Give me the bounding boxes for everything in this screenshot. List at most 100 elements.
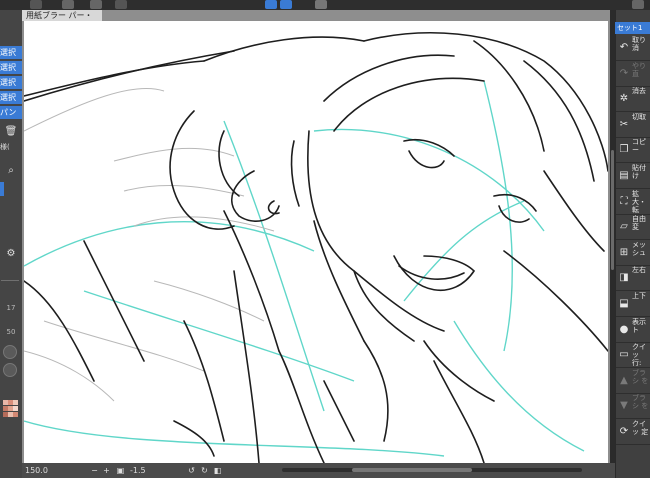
quick-access-label: やり直 xyxy=(632,62,646,78)
scrollbar-thumb[interactable] xyxy=(611,150,614,270)
active-indicator xyxy=(0,182,4,196)
app-menu-icon[interactable] xyxy=(30,0,42,9)
divider xyxy=(616,316,650,317)
left-item-select-4[interactable]: 選択 xyxy=(0,91,22,104)
zoom-icon[interactable]: ⌕ xyxy=(2,165,20,177)
left-item-label: 選択 xyxy=(0,63,16,72)
left-panel: 選択 選択 選択 選択 パン 🗑 様( ⌕ ⚙ 17 50 xyxy=(0,10,22,478)
color-swatch[interactable] xyxy=(13,406,18,411)
quick-access-item[interactable]: ✲ 消去 xyxy=(616,87,650,111)
flip-horizontal-icon: ◨ xyxy=(619,272,629,283)
left-item-label: 選択 xyxy=(0,78,16,87)
rotation-value[interactable]: -1.5 xyxy=(130,463,146,478)
left-item-select-3[interactable]: 選択 xyxy=(0,76,22,89)
document-tab[interactable]: 用紙ブラー パー・ xyxy=(22,10,102,21)
divider xyxy=(616,239,650,240)
quick-access-item[interactable]: ❐ コピー xyxy=(616,138,650,162)
quick-access-label: 拡大・転 xyxy=(632,190,646,214)
cut-icon: ✂ xyxy=(619,119,629,130)
undo-icon: ↶ xyxy=(619,42,629,53)
quick-access-item[interactable]: ● 表示 ト xyxy=(616,318,650,342)
left-item-label: 選択 xyxy=(0,48,16,57)
quick-access-label: 表示 ト xyxy=(632,318,646,334)
rotate-left-icon[interactable]: ↺ xyxy=(187,466,196,475)
quick-access-label: 切取 xyxy=(632,113,646,121)
quick-access-label: 貼付け xyxy=(632,164,646,180)
scrollbar-thumb[interactable] xyxy=(352,468,472,472)
display-icon: ● xyxy=(619,324,629,335)
zoom-value[interactable]: 150.0 xyxy=(25,463,48,478)
divider xyxy=(616,290,650,291)
quick-access-item[interactable]: ✂ 切取 xyxy=(616,113,650,137)
sketch-guides xyxy=(24,80,585,457)
flip-icon[interactable]: ◧ xyxy=(213,466,222,475)
quick-access-item[interactable]: ↷ やり直 xyxy=(616,62,650,86)
quick-access-label: 取り消 xyxy=(632,36,646,52)
quick-access-item[interactable]: ⊞ メッシュ xyxy=(616,241,650,265)
brush-size-dial[interactable] xyxy=(3,363,17,377)
quick-access-item[interactable]: ↶ 取り消 xyxy=(616,36,650,60)
slider-value: 17 xyxy=(6,304,16,312)
layer-tool-icon[interactable] xyxy=(265,0,277,9)
divider xyxy=(616,444,650,445)
left-item-pan[interactable]: パン xyxy=(0,106,22,119)
left-item-select-2[interactable]: 選択 xyxy=(0,61,22,74)
settings-icon[interactable]: ⚙ xyxy=(2,248,20,260)
quick-access-item[interactable]: ◨ 左右 xyxy=(616,266,650,290)
shield-icon[interactable] xyxy=(315,0,327,9)
divider xyxy=(616,367,650,368)
line-art-drawing xyxy=(24,32,608,463)
quick-access-label: ブラシ を xyxy=(632,369,649,385)
brush-down-icon: ▼ xyxy=(620,400,628,411)
slider-value: 50 xyxy=(6,328,16,336)
brush-up-icon: ▲ xyxy=(620,375,628,386)
search-icon[interactable] xyxy=(632,0,644,9)
mesh-icon: ⊞ xyxy=(619,247,629,258)
left-item-select-1[interactable]: 選択 xyxy=(0,46,22,59)
zoom-out-icon[interactable]: − xyxy=(90,466,99,475)
panel-header[interactable]: セット1 xyxy=(615,22,650,34)
brush-size-dial[interactable] xyxy=(3,345,17,359)
quick-access-label: クイッ 定 xyxy=(632,420,649,436)
quick-setting-icon: ⟳ xyxy=(619,426,629,437)
quick-access-label: コピー xyxy=(632,138,646,154)
scale-rotate-icon: ⛶ xyxy=(620,196,628,207)
quick-access-item[interactable]: ⟳ クイッ 定 xyxy=(616,420,650,444)
quick-access-item[interactable]: ⬓ 上下 xyxy=(616,292,650,316)
rotate-right-icon[interactable]: ↻ xyxy=(200,466,209,475)
free-transform-icon: ▱ xyxy=(620,221,628,232)
divider xyxy=(616,162,650,163)
quick-access-item[interactable]: ▭クイッ 行: 解 xyxy=(616,343,650,367)
zoom-in-icon[interactable]: + xyxy=(102,466,111,475)
left-item-label: パン xyxy=(0,108,17,117)
new-file-icon[interactable] xyxy=(62,0,74,9)
copy-icon: ❐ xyxy=(619,144,629,155)
quick-access-item[interactable]: ▲ ブラシ を xyxy=(616,369,650,393)
color-swatch[interactable] xyxy=(13,400,18,405)
quick-access-item[interactable]: ▱ 自由変 xyxy=(616,215,650,239)
sketch-lines xyxy=(24,87,275,402)
drawing-canvas[interactable] xyxy=(24,21,608,463)
flip-vertical-icon: ⬓ xyxy=(619,298,629,309)
color-palette[interactable] xyxy=(3,400,19,450)
lasso-icon[interactable] xyxy=(280,0,292,9)
quick-action-icon: ▭ xyxy=(619,349,629,360)
color-swatch[interactable] xyxy=(13,412,18,417)
quick-access-label: 左右 xyxy=(632,266,646,274)
fit-screen-icon[interactable]: ▣ xyxy=(116,466,125,475)
trash-icon[interactable]: 🗑 xyxy=(2,126,20,138)
quick-access-item[interactable]: ⛶ 拡大・転 xyxy=(616,190,650,214)
quick-access-label: メッシュ xyxy=(632,241,646,257)
quick-access-label: ブラシ を xyxy=(632,394,649,410)
divider xyxy=(616,188,650,189)
left-item-label: 選択 xyxy=(0,93,16,102)
left-text-label: 様( xyxy=(0,143,10,151)
divider xyxy=(616,111,650,112)
quick-access-item[interactable]: ▼ ブラシ を xyxy=(616,394,650,418)
paste-icon: ▤ xyxy=(619,170,629,181)
quick-access-item[interactable]: ▤ 貼付け xyxy=(616,164,650,188)
slider-track[interactable] xyxy=(1,280,19,281)
quick-access-label: クイッ 行: 解 xyxy=(632,343,646,367)
undo-toolbar-icon[interactable] xyxy=(115,0,127,9)
save-icon[interactable] xyxy=(90,0,102,9)
